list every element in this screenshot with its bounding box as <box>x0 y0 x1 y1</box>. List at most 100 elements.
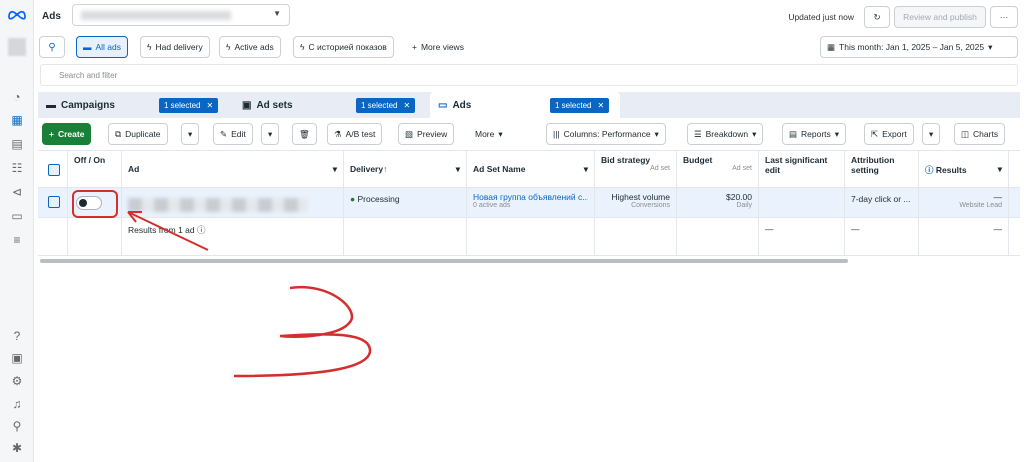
reports-label: Reports <box>801 129 831 139</box>
search-icon[interactable]: ⚲ <box>9 418 25 434</box>
notes-icon[interactable]: ▣ <box>9 350 25 366</box>
more-options-button[interactable]: ··· <box>990 6 1018 28</box>
calendar-icon: ▦ <box>827 41 836 52</box>
summary-label-cell: Results from 1 ad ⓘ <box>122 218 344 255</box>
more-button[interactable]: More ▾ <box>469 123 509 145</box>
table-row[interactable]: ● Processing Новая группа объявлений с..… <box>38 188 1020 218</box>
duplicate-button[interactable]: ⧉ Duplicate <box>108 123 168 145</box>
breakdown-label: Breakdown <box>705 129 749 139</box>
summary-attribution: — <box>845 218 919 255</box>
budget-cell[interactable]: $20.00 Daily <box>677 188 759 217</box>
view-had-delivery[interactable]: ϟ Had delivery <box>140 36 210 58</box>
col-bid-strategy[interactable]: Bid strategy Ad set <box>595 151 677 187</box>
close-icon[interactable]: ✕ <box>403 101 410 110</box>
col-delivery[interactable]: Delivery↑ ▾ <box>344 151 467 187</box>
row-select-cell[interactable] <box>38 188 68 217</box>
close-icon[interactable]: ✕ <box>597 101 604 110</box>
search-filter-input[interactable]: Search and filter <box>40 64 1018 86</box>
select-all-checkbox[interactable] <box>48 164 60 176</box>
ad-account-selector[interactable]: ▼ <box>72 4 290 26</box>
chevron-down-icon: ▼ <box>273 9 281 18</box>
view-impressions-history-label: С историей показов <box>308 42 387 52</box>
ab-test-button[interactable]: ⚗ A/B test <box>327 123 383 145</box>
summary-label: Results from 1 ad <box>128 225 195 235</box>
close-icon[interactable]: ✕ <box>206 101 213 110</box>
view-active-ads[interactable]: ϟ Active ads <box>219 36 281 58</box>
ad-set-link[interactable]: Новая группа объявлений с... <box>473 192 588 202</box>
columns-button[interactable]: ||| Columns: Performance ▾ <box>546 123 666 145</box>
campaigns-megaphone-icon[interactable]: ⊲ <box>9 184 25 200</box>
search-toggle-button[interactable]: ⚲ <box>39 36 65 58</box>
reports-button[interactable]: ▤ Reports ▾ <box>782 123 847 145</box>
ad-name-cell[interactable] <box>122 188 344 217</box>
export-button[interactable]: ⇱ Export <box>864 123 914 145</box>
selected-count: 1 selected <box>361 101 398 110</box>
columns-icon: ||| <box>553 129 560 139</box>
view-all-ads[interactable]: ▬ All ads <box>76 36 129 58</box>
chevron-down-icon: ▾ <box>997 164 1002 174</box>
page-title: Ads <box>42 11 61 22</box>
meta-logo-icon[interactable] <box>7 8 27 20</box>
budget-sub: Daily <box>736 202 752 209</box>
audiences-icon[interactable]: ☷ <box>9 160 25 176</box>
ads-icon: ▭ <box>438 99 448 111</box>
col-off-on-label: Off / On <box>74 155 106 165</box>
col-off-on[interactable]: Off / On <box>68 151 122 187</box>
edit-label: Edit <box>231 129 246 139</box>
horizontal-scrollbar[interactable] <box>40 259 848 263</box>
notifications-bell-icon[interactable]: ♫ <box>9 396 25 412</box>
ad-set-name-cell[interactable]: Новая группа объявлений с... 0 active ad… <box>467 188 595 217</box>
refresh-button[interactable]: ↻ <box>864 6 890 28</box>
ads-selected-badge[interactable]: 1 selected ✕ <box>550 98 610 113</box>
duplicate-dropdown[interactable]: ▾ <box>181 123 200 145</box>
select-all-cell[interactable] <box>38 151 68 187</box>
annotation-highlight-box <box>72 190 118 218</box>
delete-button[interactable]: 🗑 <box>292 123 317 145</box>
reports-icon: ▤ <box>789 128 798 139</box>
selected-count: 1 selected <box>555 101 592 110</box>
dashboard-icon[interactable]: ◔ <box>9 89 25 105</box>
more-views-button[interactable]: + More views <box>412 42 464 52</box>
plus-icon: + <box>49 129 54 139</box>
create-label: Create <box>57 129 85 139</box>
bid-cell: Highest volume Conversions <box>595 188 677 217</box>
account-name-redacted <box>81 11 231 20</box>
info-icon: ⓘ <box>925 165 934 175</box>
create-button[interactable]: + Create <box>42 123 92 145</box>
help-icon[interactable]: ? <box>9 328 25 344</box>
campaigns-selected-badge[interactable]: 1 selected ✕ <box>159 98 219 113</box>
edit-dropdown[interactable]: ▾ <box>261 123 280 145</box>
col-ad[interactable]: Ad ▾ <box>122 151 344 187</box>
ads-manager-grid-icon[interactable]: ▦ <box>9 112 25 128</box>
col-delivery-label: Delivery <box>350 164 384 174</box>
bug-report-icon[interactable]: ✱ <box>9 440 25 456</box>
pages-icon[interactable]: ▤ <box>9 136 25 152</box>
col-budget[interactable]: Budget Ad set <box>677 151 759 187</box>
edit-button[interactable]: ✎ Edit <box>213 123 253 145</box>
export-dropdown[interactable]: ▾ <box>922 123 941 145</box>
col-budget-sub: Ad set <box>732 165 752 172</box>
ad-sets-selected-badge[interactable]: 1 selected ✕ <box>356 98 416 113</box>
chevron-down-icon: ▾ <box>332 164 337 174</box>
all-tools-menu-icon[interactable]: ≡ <box>9 232 25 248</box>
account-avatar[interactable] <box>8 38 26 56</box>
billing-card-icon[interactable]: ▭ <box>9 208 25 224</box>
col-attribution[interactable]: Attribution setting <box>845 151 919 187</box>
chevron-down-icon: ▾ <box>455 164 460 174</box>
col-last-edit[interactable]: Last significant edit <box>759 151 845 187</box>
status-dot-icon: ● <box>350 194 356 204</box>
breakdown-button[interactable]: ☰ Breakdown ▾ <box>687 123 764 145</box>
preview-button[interactable]: ▧ Preview <box>398 123 455 145</box>
col-ad-set-name[interactable]: Ad Set Name ▾ <box>467 151 595 187</box>
view-impressions-history[interactable]: ϟ С историей показов <box>293 36 394 58</box>
lightning-icon: ϟ <box>147 42 152 52</box>
chevron-down-icon: ▾ <box>834 128 840 139</box>
row-checkbox[interactable] <box>48 196 60 208</box>
charts-button[interactable]: ◫ Charts <box>954 123 1006 145</box>
settings-gear-icon[interactable]: ⚙ <box>9 373 25 389</box>
summary-spacer <box>38 218 68 255</box>
ad-name-redacted <box>128 198 308 212</box>
review-publish-button[interactable]: Review and publish <box>894 6 986 28</box>
date-range-picker[interactable]: ▦ This month: Jan 1, 2025 – Jan 5, 2025 … <box>820 36 1018 58</box>
col-results[interactable]: ⓘ Results ▾ <box>919 151 1009 187</box>
